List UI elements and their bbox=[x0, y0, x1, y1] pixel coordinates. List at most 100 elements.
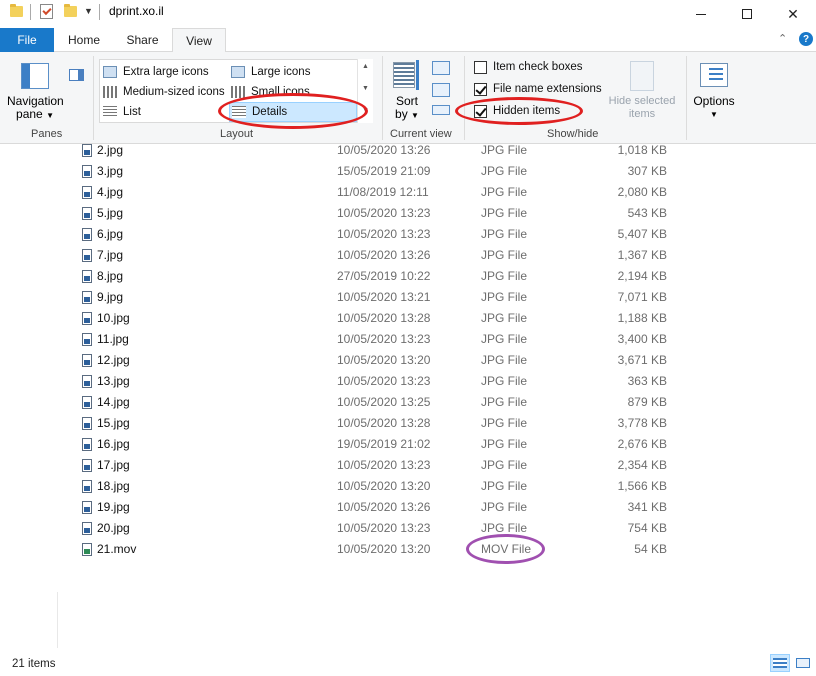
file-row[interactable]: 4.jpg 11/08/2019 12:11 JPG File 2,080 KB bbox=[0, 182, 816, 203]
file-row[interactable]: 19.jpg 10/05/2020 13:26 JPG File 341 KB bbox=[0, 497, 816, 518]
layout-large-icons[interactable]: Large icons bbox=[231, 63, 355, 81]
maximize-button[interactable] bbox=[724, 0, 770, 28]
hide-selected-items-button[interactable]: Hide selected items bbox=[601, 95, 683, 121]
help-icon[interactable]: ? bbox=[799, 32, 813, 46]
file-size: 2,080 KB bbox=[617, 185, 667, 199]
file-row[interactable]: 14.jpg 10/05/2020 13:25 JPG File 879 KB bbox=[0, 392, 816, 413]
options-button[interactable]: Options ▼ bbox=[690, 95, 738, 121]
tab-view[interactable]: View bbox=[172, 28, 226, 53]
show-hide-group-label: Show/hide bbox=[547, 128, 599, 140]
size-columns-icon[interactable] bbox=[432, 105, 450, 115]
large-icons-view-icon bbox=[796, 658, 810, 668]
sort-icon[interactable] bbox=[393, 62, 415, 88]
hide-selected-label-line1: Hide selected bbox=[608, 95, 676, 107]
file-row[interactable]: 17.jpg 10/05/2020 13:23 JPG File 2,354 KB bbox=[0, 455, 816, 476]
file-name: 20.jpg bbox=[97, 521, 130, 535]
file-date-modified: 10/05/2020 13:23 bbox=[337, 458, 431, 472]
file-list[interactable]: 2.jpg 10/05/2020 13:26 JPG File 1,018 KB 3.j… bbox=[0, 144, 816, 644]
navigation-pane-icon[interactable] bbox=[21, 63, 49, 89]
layout-details[interactable]: Details bbox=[229, 102, 357, 122]
image-file-icon bbox=[82, 375, 92, 388]
layout-large-icons-label: Large icons bbox=[251, 66, 311, 78]
file-row[interactable]: 5.jpg 10/05/2020 13:23 JPG File 543 KB bbox=[0, 203, 816, 224]
ribbon: Navigation pane ▼ Panes Extra large icon… bbox=[0, 52, 816, 144]
file-row[interactable]: 6.jpg 10/05/2020 13:23 JPG File 5,407 KB bbox=[0, 224, 816, 245]
ribbon-tab-row: File Home Share View ⌃ bbox=[0, 28, 816, 53]
image-file-icon bbox=[82, 354, 92, 367]
group-by-icon[interactable] bbox=[432, 61, 450, 75]
current-view-group-label: Current view bbox=[390, 128, 452, 140]
file-row[interactable]: 18.jpg 10/05/2020 13:20 JPG File 1,566 KB bbox=[0, 476, 816, 497]
hide-selected-label-line2: items bbox=[628, 108, 656, 120]
file-type: JPG File bbox=[481, 353, 528, 367]
scroll-down-icon[interactable]: ▼ bbox=[362, 85, 369, 92]
layout-small-icons[interactable]: Small icons bbox=[231, 83, 355, 101]
options-chevron-icon: ▼ bbox=[710, 110, 718, 119]
options-icon[interactable] bbox=[700, 63, 728, 87]
add-columns-icon[interactable] bbox=[432, 83, 450, 97]
file-row[interactable]: 16.jpg 19/05/2019 21:02 JPG File 2,676 KB bbox=[0, 434, 816, 455]
file-row[interactable]: 10.jpg 10/05/2020 13:28 JPG File 1,188 KB bbox=[0, 308, 816, 329]
layout-details-label: Details bbox=[252, 106, 288, 118]
collapse-ribbon-chevron-icon[interactable]: ⌃ bbox=[778, 32, 787, 45]
file-name: 18.jpg bbox=[97, 479, 130, 493]
file-row[interactable]: 12.jpg 10/05/2020 13:20 JPG File 3,671 KB bbox=[0, 350, 816, 371]
file-type: JPG File bbox=[481, 479, 528, 493]
navigation-pane-button[interactable]: Navigation pane ▼ bbox=[7, 95, 64, 122]
file-row[interactable]: 11.jpg 10/05/2020 13:23 JPG File 3,400 KB bbox=[0, 329, 816, 350]
file-row[interactable]: 2.jpg 10/05/2020 13:26 JPG File 1,018 KB bbox=[0, 144, 816, 161]
file-type: JPG File bbox=[481, 437, 528, 451]
file-type: JPG File bbox=[481, 269, 528, 283]
new-folder-icon[interactable] bbox=[64, 4, 77, 17]
image-file-icon bbox=[82, 186, 92, 199]
layout-medium-icons[interactable]: Medium-sized icons bbox=[103, 83, 229, 101]
group-divider bbox=[686, 56, 687, 140]
customize-quick-access-chevron-icon[interactable]: ▼ bbox=[84, 6, 93, 16]
file-name-extensions-checkbox[interactable] bbox=[474, 83, 487, 96]
file-date-modified: 15/05/2019 21:09 bbox=[337, 164, 431, 178]
file-row[interactable]: 8.jpg 27/05/2019 10:22 JPG File 2,194 KB bbox=[0, 266, 816, 287]
folder-icon[interactable] bbox=[10, 4, 23, 17]
title-separator bbox=[99, 4, 100, 20]
layout-extra-large-icons-label: Extra large icons bbox=[123, 66, 209, 78]
file-row[interactable]: 9.jpg 10/05/2020 13:21 JPG File 7,071 KB bbox=[0, 287, 816, 308]
file-name: 17.jpg bbox=[97, 458, 130, 472]
file-size: 307 KB bbox=[627, 164, 667, 178]
file-row[interactable]: 3.jpg 15/05/2019 21:09 JPG File 307 KB bbox=[0, 161, 816, 182]
tab-home[interactable]: Home bbox=[58, 28, 110, 52]
minimize-button[interactable] bbox=[678, 0, 724, 28]
group-divider bbox=[382, 56, 383, 140]
preview-pane-icon[interactable] bbox=[69, 69, 84, 81]
file-date-modified: 10/05/2020 13:23 bbox=[337, 521, 431, 535]
small-icons-icon bbox=[231, 86, 245, 98]
tab-share[interactable]: Share bbox=[115, 28, 170, 52]
file-name: 10.jpg bbox=[97, 311, 130, 325]
file-name-extensions-label: File name extensions bbox=[493, 83, 602, 95]
close-button[interactable]: ✕ bbox=[770, 0, 816, 28]
file-date-modified: 10/05/2020 13:21 bbox=[337, 290, 431, 304]
file-row[interactable]: 15.jpg 10/05/2020 13:28 JPG File 3,778 KB bbox=[0, 413, 816, 434]
file-row[interactable]: 7.jpg 10/05/2020 13:26 JPG File 1,367 KB bbox=[0, 245, 816, 266]
sort-by-button[interactable]: Sort by ▼ bbox=[392, 95, 422, 122]
file-type: JPG File bbox=[481, 144, 528, 157]
sort-chevron-icon: ▼ bbox=[411, 111, 419, 120]
large-icons-view-toggle[interactable] bbox=[793, 654, 813, 672]
tab-file[interactable]: File bbox=[0, 28, 54, 52]
properties-icon[interactable] bbox=[40, 4, 53, 19]
extra-large-icons-icon bbox=[103, 66, 117, 78]
expand-gallery-icon[interactable]: ▼ bbox=[362, 107, 369, 114]
layout-gallery-scroller[interactable]: ▲ ▼ ▼ bbox=[357, 59, 373, 123]
layout-extra-large-icons[interactable]: Extra large icons bbox=[103, 63, 229, 81]
scroll-up-icon[interactable]: ▲ bbox=[362, 63, 369, 70]
details-view-toggle[interactable] bbox=[770, 654, 790, 672]
file-type: JPG File bbox=[481, 374, 528, 388]
item-check-boxes-checkbox[interactable] bbox=[474, 61, 487, 74]
file-row[interactable]: 13.jpg 10/05/2020 13:23 JPG File 363 KB bbox=[0, 371, 816, 392]
sort-arrow-icon bbox=[416, 60, 419, 90]
file-row[interactable]: 21.mov 10/05/2020 13:20 MOV File 54 KB bbox=[0, 539, 816, 560]
file-size: 363 KB bbox=[627, 374, 667, 388]
hidden-items-checkbox[interactable] bbox=[474, 105, 487, 118]
file-row[interactable]: 20.jpg 10/05/2020 13:23 JPG File 754 KB bbox=[0, 518, 816, 539]
layout-list[interactable]: List bbox=[103, 103, 229, 121]
file-date-modified: 10/05/2020 13:26 bbox=[337, 500, 431, 514]
